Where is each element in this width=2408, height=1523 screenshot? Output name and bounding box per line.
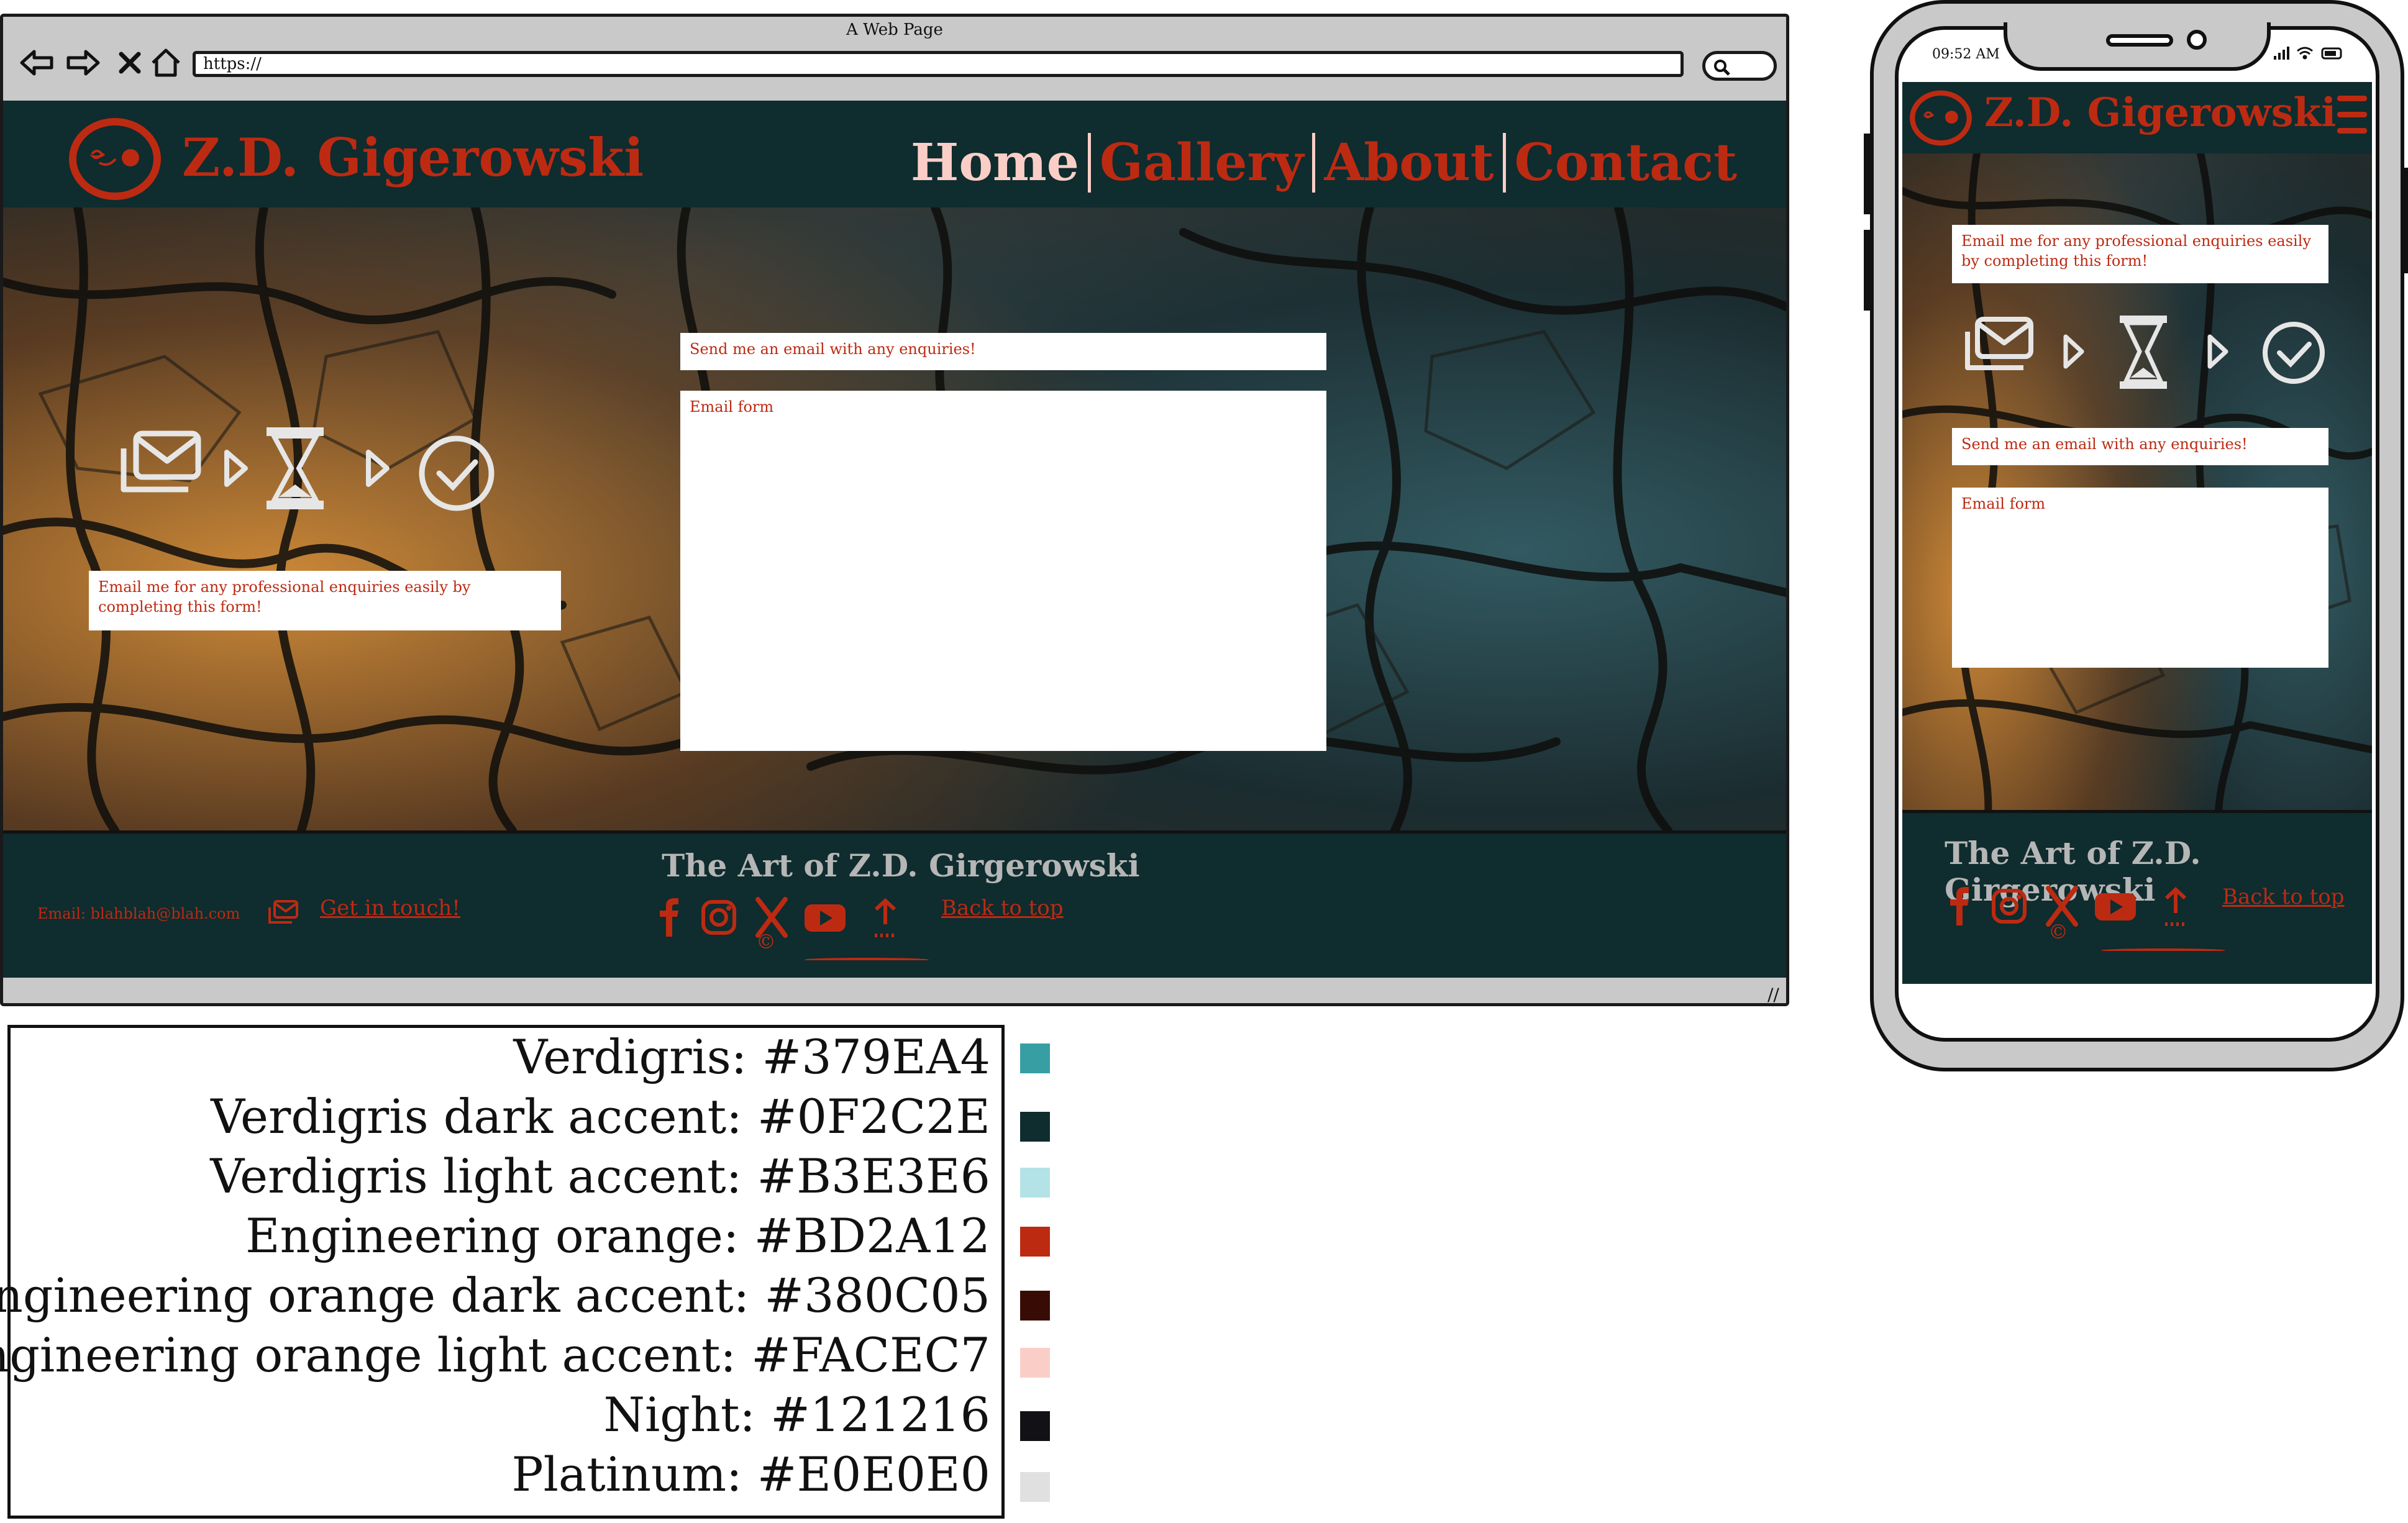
color-swatch	[1020, 1168, 1050, 1198]
status-time: 09:52 AM	[1932, 47, 2000, 62]
x-icon	[2046, 886, 2078, 927]
color-swatch	[1020, 1291, 1050, 1321]
professional-enquiry-message: Email me for any professional enquiries …	[89, 571, 561, 630]
footer-underline	[2101, 948, 2225, 952]
forward-icon[interactable]	[62, 42, 104, 84]
play-icon	[224, 450, 248, 487]
email-form[interactable]: Email form	[1952, 488, 2328, 668]
footer-underline	[805, 958, 929, 962]
palette-label: Engineering orange light accent: #FACEC7	[0, 1327, 990, 1383]
nav-contact[interactable]: Contact	[1502, 133, 1746, 193]
back-to-top-link[interactable]: Back to top	[941, 896, 1064, 921]
wifi-icon	[2297, 47, 2313, 60]
palette-label: Platinum: #E0E0E0	[511, 1447, 990, 1502]
phone-notch	[2004, 22, 2271, 71]
palette-label: Night: #121216	[603, 1387, 990, 1442]
hamburger-menu-icon[interactable]	[2337, 93, 2367, 137]
envelope-icon	[121, 430, 201, 493]
social-links	[1950, 886, 2187, 927]
email-process-steps	[1965, 316, 2325, 389]
site-brand[interactable]: Z.D. Gigerowski	[182, 127, 644, 188]
check-circle-icon	[2263, 322, 2325, 384]
color-swatch	[1020, 1472, 1050, 1502]
mobile-hero-section: Email me for any professional enquiries …	[1902, 153, 2372, 893]
get-in-touch-link[interactable]: Get in touch!	[320, 896, 460, 921]
play-icon	[2207, 334, 2228, 369]
copyright-symbol: ©	[756, 930, 776, 953]
footer-email[interactable]: Email: blahblah@blah.com	[37, 905, 240, 922]
palette-label: Verdigris: #379EA4	[513, 1029, 990, 1084]
browser-title: A Web Page	[846, 20, 943, 39]
palette-label: Engineering orange dark accent: #380C05	[0, 1268, 990, 1323]
search-icon	[1714, 60, 1730, 76]
site-footer: Email: blahblah@blah.com Get in touch! T…	[3, 830, 1786, 978]
hourglass-icon	[2120, 316, 2167, 389]
palette-label: Engineering orange: #BD2A12	[245, 1208, 990, 1263]
check-circle-icon	[419, 435, 495, 511]
desktop-site: Z.D. Gigerowski Home Gallery About Conta…	[3, 101, 1786, 978]
email-process-steps	[121, 427, 495, 511]
email-form[interactable]: Email form	[680, 391, 1326, 751]
back-to-top-link[interactable]: Back to top	[2222, 884, 2345, 909]
play-icon	[2063, 334, 2084, 369]
send-email-prompt: Send me an email with any enquiries!	[1952, 428, 2328, 465]
mobile-site: Z.D. Gigerowski Email me for any profess…	[1902, 82, 2372, 1026]
hourglass-icon	[267, 427, 324, 509]
color-swatch	[1020, 1411, 1050, 1441]
color-swatch	[1020, 1043, 1050, 1073]
signal-icon	[2274, 47, 2289, 60]
resize-handle[interactable]: //	[1767, 986, 1786, 1004]
palette-label: Verdigris light accent: #B3E3E6	[210, 1148, 990, 1204]
main-nav: Home Gallery About Contact	[902, 133, 1746, 193]
palette-label: Verdigris dark accent: #0F2C2E	[211, 1089, 990, 1144]
color-swatch	[1020, 1112, 1050, 1142]
logo-icon[interactable]	[1909, 87, 1973, 149]
mobile-header: Z.D. Gigerowski	[1902, 82, 2372, 153]
upload-icon	[2164, 886, 2187, 926]
youtube-icon	[2095, 893, 2136, 921]
social-links	[660, 897, 896, 938]
logo-icon[interactable]	[68, 118, 162, 200]
upload-icon	[874, 898, 896, 937]
footer-title: The Art of Z.D. Girgerowski	[662, 847, 1140, 884]
site-header: Z.D. Gigerowski Home Gallery About Conta…	[3, 101, 1786, 207]
copyright-symbol: ©	[2048, 920, 2068, 943]
professional-enquiry-message: Email me for any professional enquiries …	[1952, 225, 2328, 283]
battery-icon	[2321, 47, 2342, 60]
color-swatch	[1020, 1227, 1050, 1257]
back-icon[interactable]	[16, 42, 58, 84]
envelope-icon	[1965, 317, 2033, 370]
facebook-icon	[660, 898, 678, 937]
color-swatch	[1020, 1348, 1050, 1378]
envelope-icon	[268, 900, 298, 924]
hero-section: Email me for any professional enquiries …	[3, 207, 1786, 830]
phone-camera	[2187, 30, 2207, 50]
mobile-footer: The Art of Z.D. Girgerowski Back to top …	[1902, 810, 2372, 984]
nav-about[interactable]: About	[1312, 133, 1502, 193]
play-icon	[366, 450, 390, 487]
status-icons	[2274, 47, 2342, 60]
search-field[interactable]	[1702, 51, 1777, 81]
nav-gallery[interactable]: Gallery	[1087, 133, 1312, 193]
phone-speaker	[2106, 34, 2173, 47]
site-brand[interactable]: Z.D. Gigerowski	[1984, 89, 2336, 136]
send-email-prompt: Send me an email with any enquiries!	[680, 333, 1326, 370]
color-palette-legend: Verdigris: #379EA4 Verdigris dark accent…	[0, 1025, 1005, 1519]
nav-home[interactable]: Home	[902, 133, 1088, 193]
facebook-icon	[1950, 887, 1969, 925]
home-icon[interactable]	[145, 42, 187, 84]
browser-window: A Web Page https:// Z.D. Gigerowski Home	[0, 14, 1789, 1006]
youtube-icon	[805, 904, 846, 932]
url-input[interactable]: https://	[193, 51, 1684, 77]
